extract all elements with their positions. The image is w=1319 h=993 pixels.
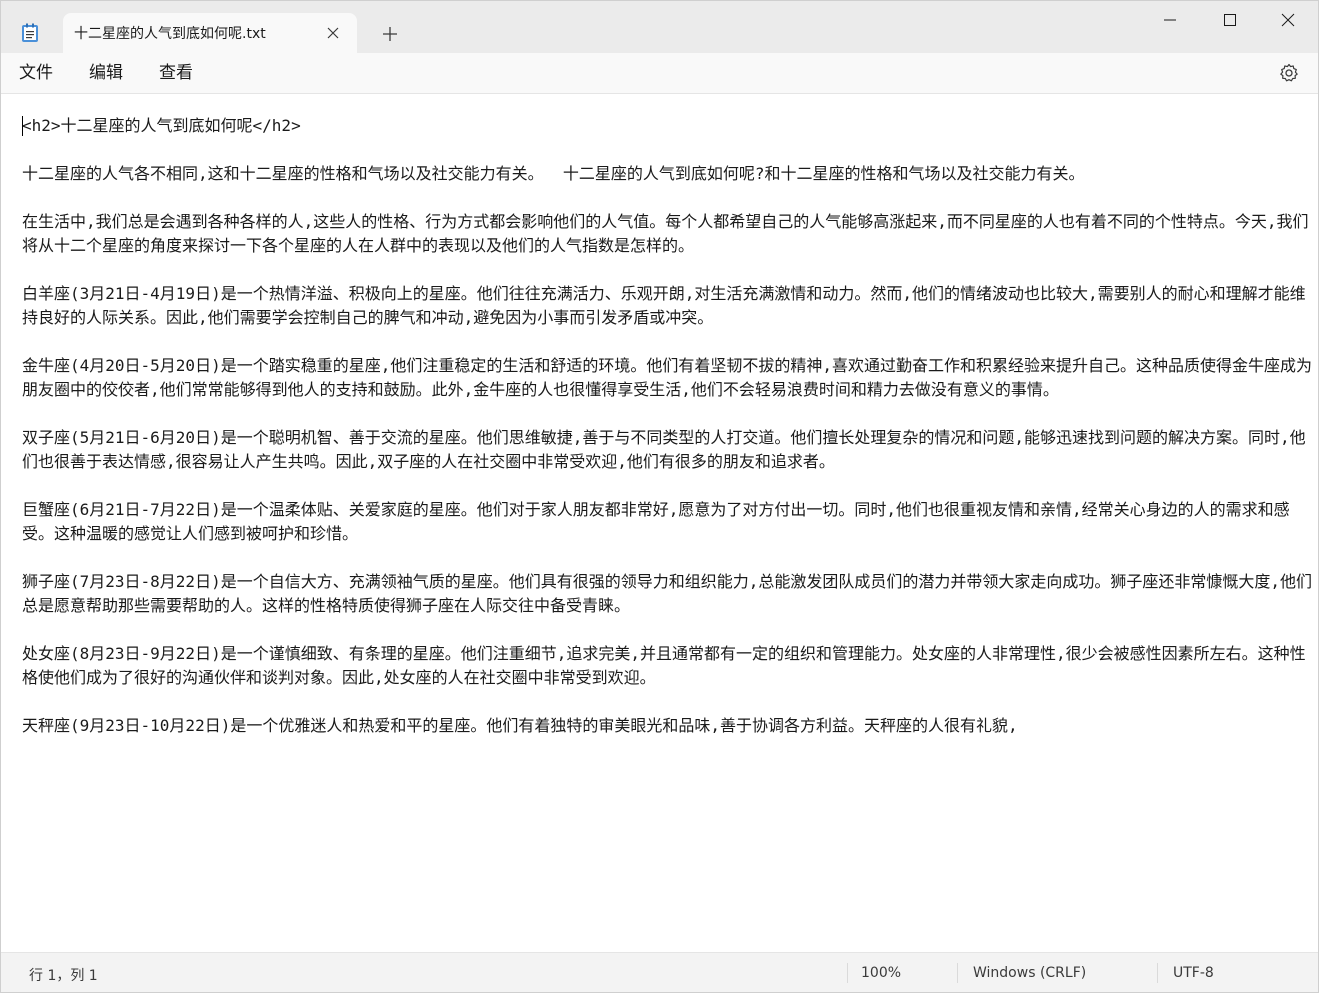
text-line[interactable]: 天秤座(9月23日-10月22日)是一个优雅迷人和热爱和平的星座。他们有着独特的… bbox=[22, 714, 1314, 738]
text-line[interactable]: 在生活中,我们总是会遇到各种各样的人,这些人的性格、行为方式都会影响他们的人气值… bbox=[22, 210, 1314, 258]
status-divider bbox=[847, 963, 848, 983]
empty-line[interactable] bbox=[22, 186, 1314, 210]
empty-line[interactable] bbox=[22, 546, 1314, 570]
text-line[interactable]: 狮子座(7月23日-8月22日)是一个自信大方、充满领袖气质的星座。他们具有很强… bbox=[22, 570, 1314, 618]
text-line[interactable]: 十二星座的人气各不相同,这和十二星座的性格和气场以及社交能力有关。 十二星座的人… bbox=[22, 162, 1314, 186]
text-caret bbox=[22, 116, 23, 136]
minimize-button[interactable] bbox=[1141, 1, 1199, 39]
status-divider bbox=[957, 963, 958, 983]
minimize-icon bbox=[1164, 19, 1176, 21]
menu-bar: 文件 编辑 查看 bbox=[1, 53, 1318, 94]
empty-line[interactable] bbox=[22, 474, 1314, 498]
empty-line[interactable] bbox=[22, 138, 1314, 162]
close-window-button[interactable] bbox=[1259, 1, 1317, 39]
encoding[interactable]: UTF-8 bbox=[1173, 965, 1214, 981]
empty-line[interactable] bbox=[22, 690, 1314, 714]
status-divider bbox=[1157, 963, 1158, 983]
line-ending[interactable]: Windows (CRLF) bbox=[973, 965, 1086, 981]
cursor-position: 行 1，列 1 bbox=[29, 968, 98, 984]
tab-title: 十二星座的人气到底如何呢.txt bbox=[74, 26, 266, 42]
gear-icon[interactable] bbox=[1279, 63, 1299, 83]
empty-line[interactable] bbox=[22, 258, 1314, 282]
maximize-button[interactable] bbox=[1201, 1, 1259, 39]
plus-icon[interactable] bbox=[381, 25, 399, 43]
text-line[interactable]: 巨蟹座(6月21日-7月22日)是一个温柔体贴、关爱家庭的星座。他们对于家人朋友… bbox=[22, 498, 1314, 546]
text-line[interactable]: <h2>十二星座的人气到底如何呢</h2> bbox=[22, 114, 1314, 138]
notepad-icon bbox=[21, 23, 39, 43]
close-tab-icon[interactable] bbox=[325, 25, 341, 41]
text-line[interactable]: 金牛座(4月20日-5月20日)是一个踏实稳重的星座,他们注重稳定的生活和舒适的… bbox=[22, 354, 1314, 402]
menu-view[interactable]: 查看 bbox=[159, 63, 193, 83]
text-line[interactable]: 白羊座(3月21日-4月19日)是一个热情洋溢、积极向上的星座。他们往往充满活力… bbox=[22, 282, 1314, 330]
tab-document[interactable]: 十二星座的人气到底如何呢.txt bbox=[63, 13, 357, 53]
menu-edit[interactable]: 编辑 bbox=[89, 63, 123, 83]
notepad-window: 十二星座的人气到底如何呢.txt 文件 编辑 查看 <h2>十二星座的人气到底如… bbox=[0, 0, 1319, 993]
empty-line[interactable] bbox=[22, 618, 1314, 642]
zoom-level[interactable]: 100% bbox=[861, 965, 901, 981]
empty-line[interactable] bbox=[22, 330, 1314, 354]
text-line[interactable]: 双子座(5月21日-6月20日)是一个聪明机智、善于交流的星座。他们思维敏捷,善… bbox=[22, 426, 1314, 474]
title-bar: 十二星座的人气到底如何呢.txt bbox=[1, 1, 1318, 53]
maximize-icon bbox=[1224, 14, 1236, 26]
menu-file[interactable]: 文件 bbox=[19, 63, 53, 83]
close-icon bbox=[1281, 13, 1295, 27]
empty-line[interactable] bbox=[22, 402, 1314, 426]
status-bar: 行 1，列 1 100% Windows (CRLF) UTF-8 bbox=[1, 952, 1318, 992]
editor-content[interactable]: <h2>十二星座的人气到底如何呢</h2> 十二星座的人气各不相同,这和十二星座的… bbox=[22, 114, 1314, 738]
text-line[interactable]: 处女座(8月23日-9月22日)是一个谨慎细致、有条理的星座。他们注重细节,追求… bbox=[22, 642, 1314, 690]
text-editor[interactable]: <h2>十二星座的人气到底如何呢</h2> 十二星座的人气各不相同,这和十二星座的… bbox=[1, 94, 1318, 952]
